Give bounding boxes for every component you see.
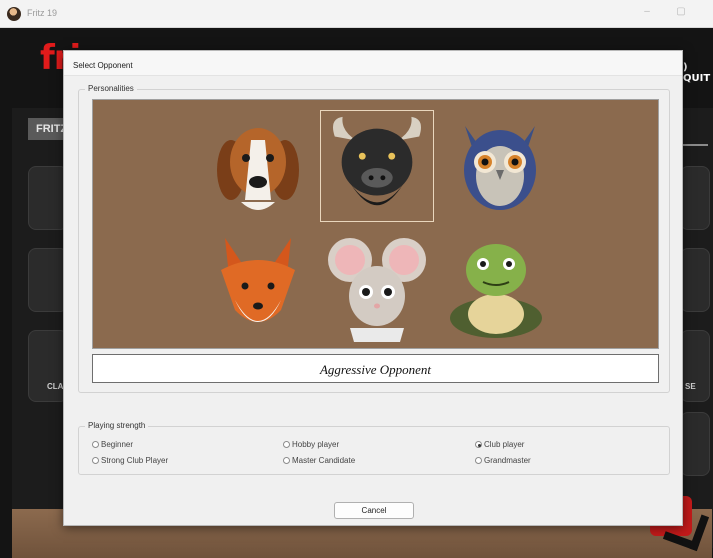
menu-tile[interactable]: [680, 166, 710, 230]
beagle-icon[interactable]: [201, 110, 315, 222]
cancel-button[interactable]: Cancel: [334, 502, 414, 519]
menu-tile[interactable]: [28, 248, 68, 312]
dialog-titlebar: [64, 51, 682, 76]
fox-icon[interactable]: [201, 230, 315, 342]
radio-indicator: [283, 457, 290, 464]
strength-master-candidate-radio[interactable]: Master Candidate: [283, 456, 355, 465]
playing-strength-label: Playing strength: [85, 421, 149, 430]
app-title: Fritz 19: [27, 8, 58, 18]
turtle-icon[interactable]: [439, 230, 553, 342]
strength-hobby-radio[interactable]: Hobby player: [283, 440, 339, 449]
radio-label: Club player: [484, 440, 525, 449]
radio-indicator: [475, 441, 482, 448]
radio-label: Grandmaster: [484, 456, 531, 465]
menu-tile[interactable]: [28, 330, 68, 402]
strength-strong-club-radio[interactable]: Strong Club Player: [92, 456, 168, 465]
menu-tile-label: SE: [685, 382, 696, 391]
playing-strength-group: Playing strength: [78, 421, 670, 475]
fritz-app-icon: [7, 7, 21, 21]
menu-tile[interactable]: [680, 248, 710, 312]
maximize-button[interactable]: ▢: [674, 5, 688, 19]
minimize-button[interactable]: –: [640, 5, 654, 19]
radio-indicator: [283, 441, 290, 448]
menu-tile[interactable]: [680, 412, 710, 476]
opponent-description: Aggressive Opponent: [319, 362, 432, 377]
radio-label: Beginner: [101, 440, 134, 449]
app-titlebar: Fritz 19 – ▢: [0, 0, 713, 28]
strength-club-radio[interactable]: Club player: [475, 440, 524, 449]
quit-button[interactable]: ) QUIT: [683, 62, 713, 84]
radio-label: Hobby player: [292, 440, 340, 449]
radio-label: Strong Club Player: [101, 456, 169, 465]
radio-indicator: [92, 457, 99, 464]
bull-icon[interactable]: [320, 110, 434, 222]
menu-tile-label: CLA: [47, 382, 64, 391]
radio-indicator: [475, 457, 482, 464]
dialog-title: Select Opponent: [73, 61, 133, 70]
personalities-label: Personalities: [85, 84, 137, 93]
radio-label: Master Candidate: [292, 456, 356, 465]
mouse-icon[interactable]: [320, 230, 434, 342]
select-opponent-dialog: Select Opponent Personalities Aggressive…: [63, 50, 683, 526]
strength-beginner-radio[interactable]: Beginner: [92, 440, 133, 449]
menu-tile[interactable]: [28, 166, 68, 230]
opponent-description-box: Aggressive Opponent: [92, 354, 659, 383]
personality-portraits: [92, 99, 659, 349]
strength-grandmaster-radio[interactable]: Grandmaster: [475, 456, 531, 465]
tab-fritz[interactable]: FRITZ: [28, 118, 67, 140]
tab-underline: [682, 144, 708, 146]
radio-indicator: [92, 441, 99, 448]
owl-icon[interactable]: [443, 110, 557, 222]
menu-tile[interactable]: [680, 330, 710, 402]
